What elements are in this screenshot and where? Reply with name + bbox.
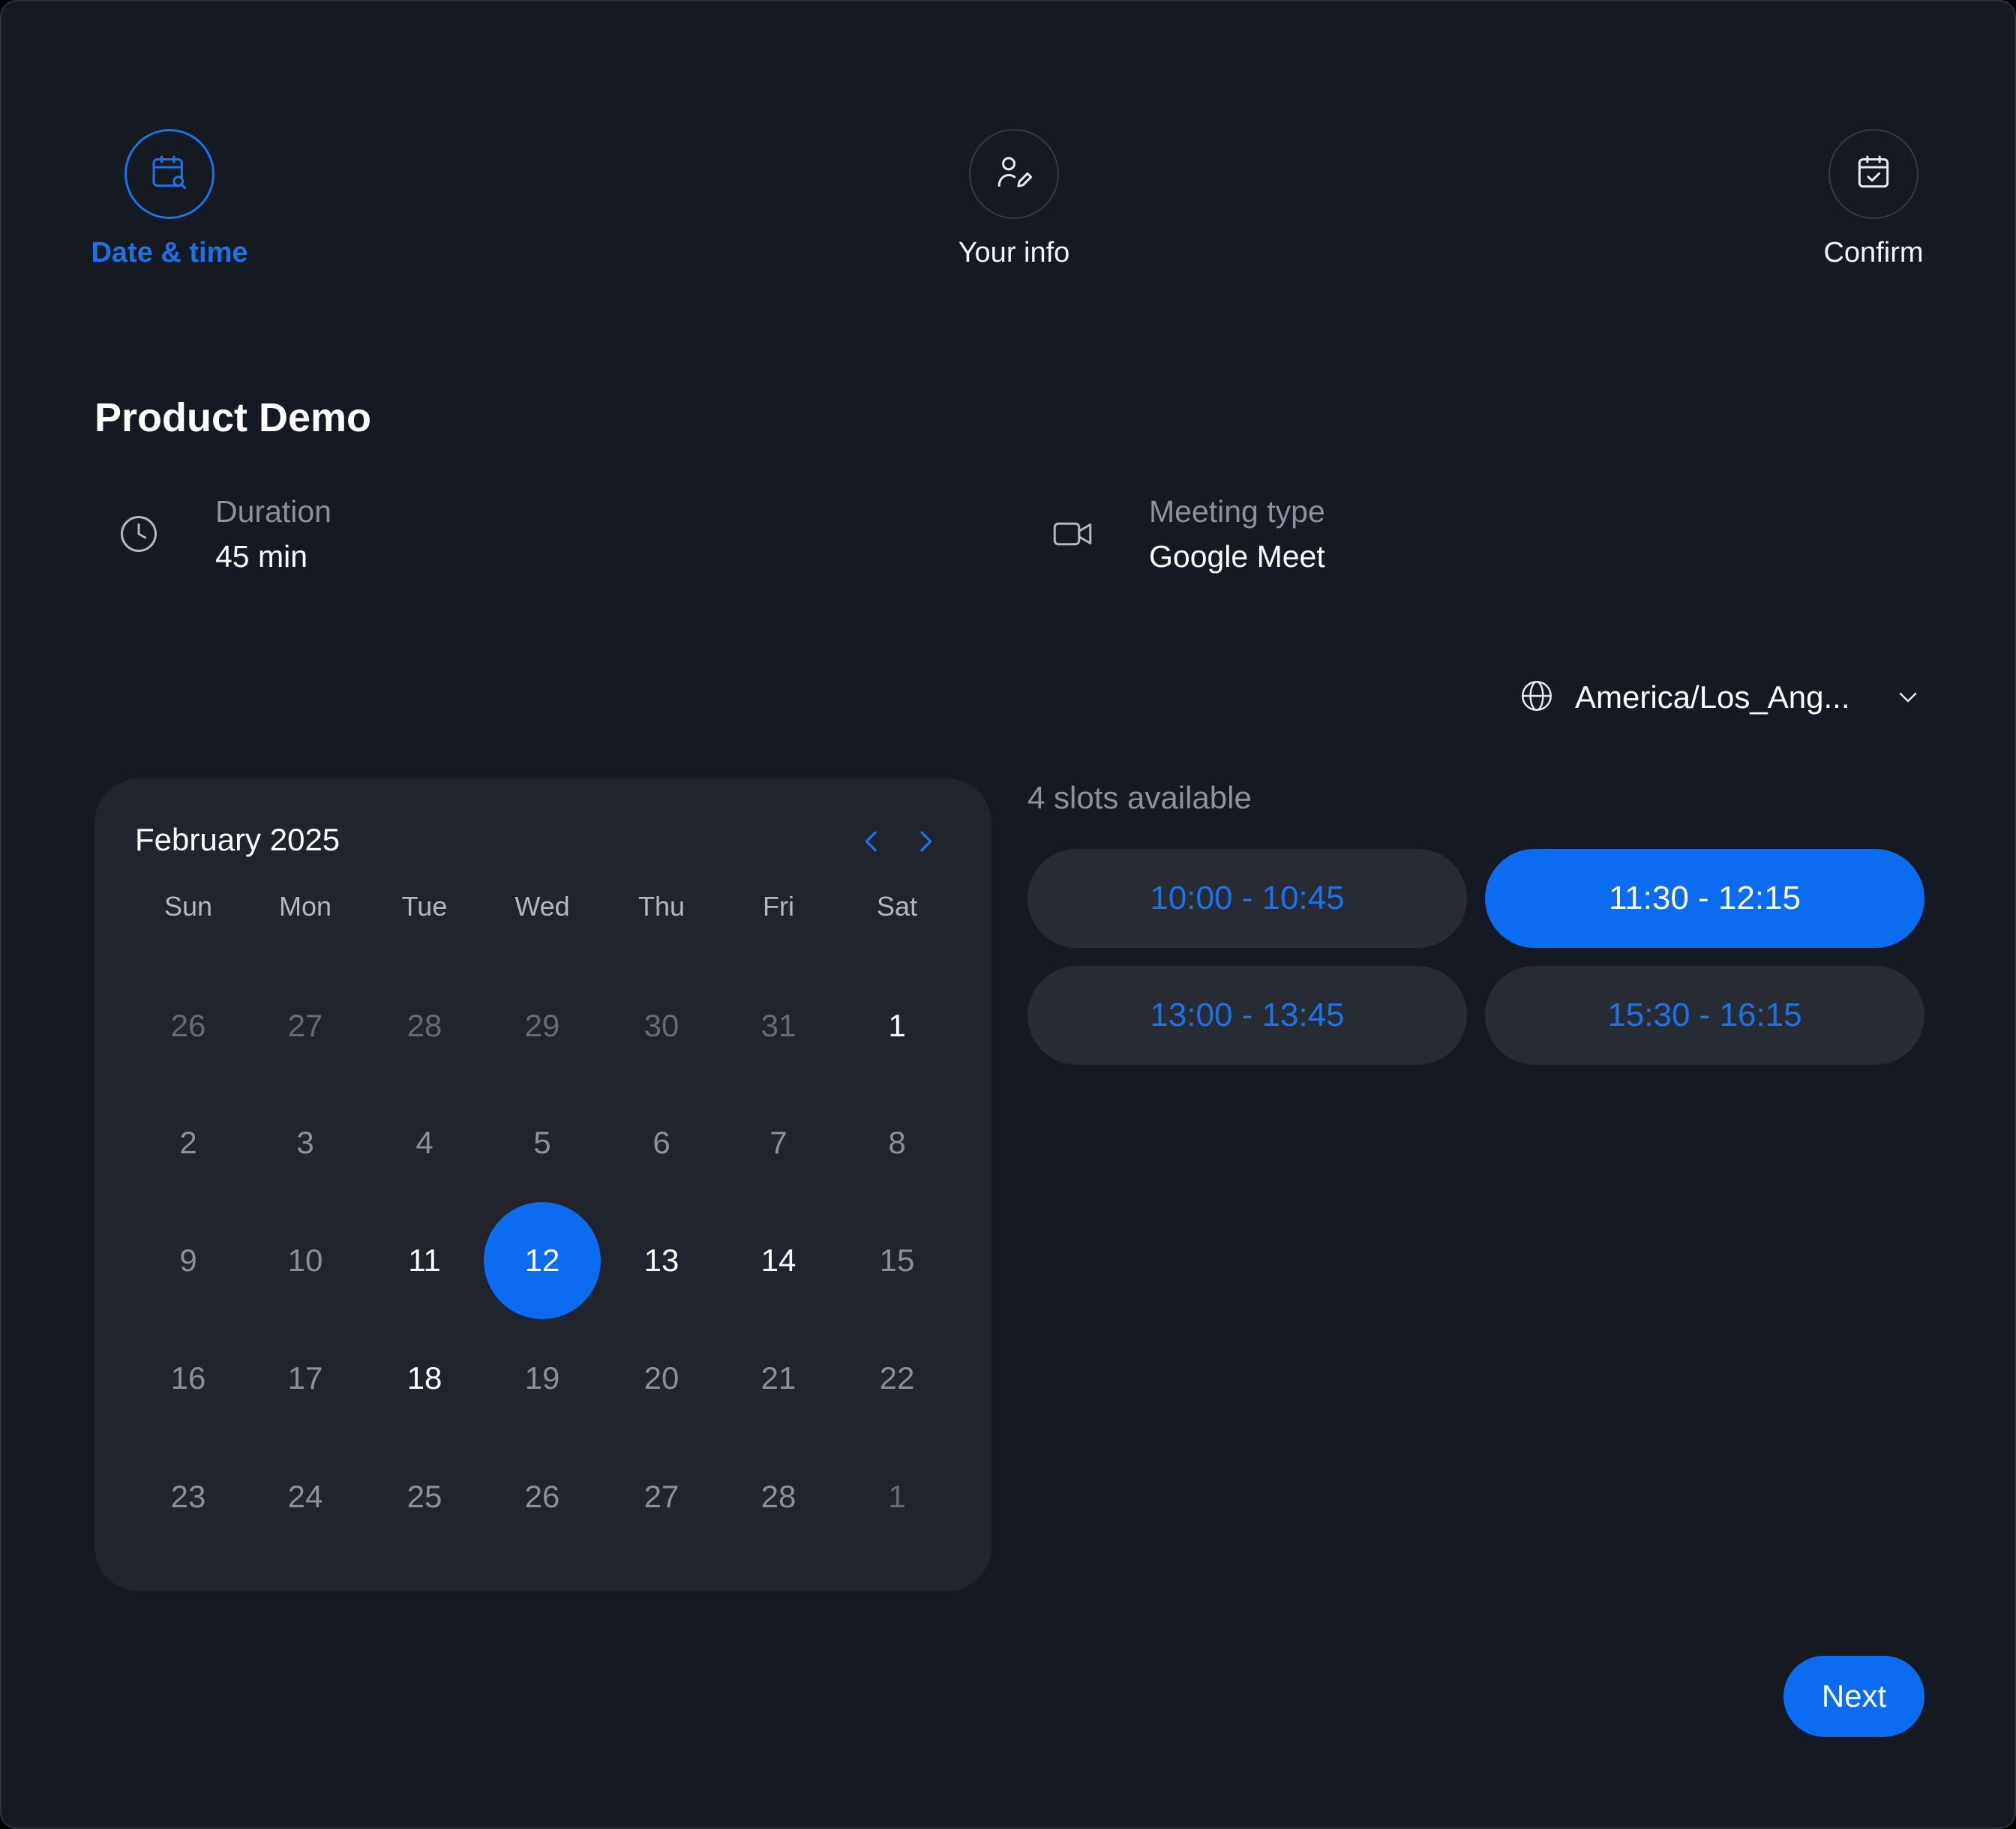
chevron-left-icon: [856, 826, 886, 860]
calendar-search-icon: [148, 151, 190, 197]
time-slot-selected[interactable]: 11:30 - 12:15: [1485, 849, 1924, 948]
calendar-day: 17: [287, 1360, 323, 1396]
meeting-type-value: Google Meet: [1149, 539, 1325, 574]
duration-info: Duration 45 min: [109, 489, 332, 579]
calendar-day: 15: [879, 1243, 915, 1278]
calendar-day[interactable]: 1: [838, 967, 956, 1084]
calendar-day: 27: [287, 1008, 323, 1043]
calendar-day[interactable]: 14: [720, 1202, 837, 1319]
calendar-day[interactable]: 11: [366, 1202, 483, 1319]
calendar-day: 24: [287, 1479, 323, 1514]
calendar-day: 28: [406, 1008, 442, 1043]
calendar-day: 22: [879, 1360, 915, 1396]
calendar-day: 26: [170, 1008, 206, 1043]
time-slot[interactable]: 10:00 - 10:45: [1028, 849, 1467, 948]
calendar-day: 20: [644, 1360, 680, 1396]
calendar-day: 26: [524, 1479, 560, 1514]
calendar-day: 4: [416, 1125, 434, 1160]
weekday-header: Wed: [514, 891, 570, 922]
step-label: Date & time: [91, 237, 248, 268]
weekday-header: Sun: [164, 891, 213, 922]
clock-icon: [109, 504, 169, 564]
step-confirm[interactable]: Confirm: [1798, 129, 1948, 269]
calendar-panel: February 2025 Sun Mon Tue Wed Thu Fri Sat 26 27 2…: [94, 778, 992, 1591]
calendar-day[interactable]: 13: [603, 1202, 720, 1319]
weekday-header: Mon: [278, 891, 332, 922]
calendar-day: 23: [170, 1479, 206, 1514]
calendar-day: 29: [524, 1008, 560, 1043]
step-circle: [124, 129, 214, 219]
calendar-day[interactable]: 18: [366, 1320, 483, 1437]
step-label: Your info: [958, 237, 1070, 268]
globe-icon: [1518, 677, 1556, 718]
calendar-day: 5: [533, 1125, 551, 1160]
calendar-day: 8: [888, 1125, 906, 1160]
weekday-header: Tue: [401, 891, 448, 922]
prev-month-button[interactable]: [852, 822, 891, 864]
time-slot[interactable]: 13:00 - 13:45: [1028, 966, 1467, 1065]
booking-window: Date & time Your info Confirm Product De…: [0, 0, 2016, 1829]
calendar-day: 19: [524, 1360, 560, 1396]
calendar-day: 28: [760, 1479, 796, 1514]
timezone-select[interactable]: America/Los_Ang...: [1518, 667, 1923, 727]
calendar-day: 27: [644, 1479, 680, 1514]
weekday-header: Thu: [638, 891, 686, 922]
calendar-day: 2: [179, 1125, 197, 1160]
calendar-day: 6: [652, 1125, 670, 1160]
calendar-day: 21: [760, 1360, 796, 1396]
user-edit-icon: [993, 151, 1035, 197]
timezone-value: America/Los_Ang...: [1575, 679, 1850, 715]
time-slot[interactable]: 15:30 - 16:15: [1485, 966, 1924, 1065]
calendar-day: 10: [287, 1243, 323, 1278]
duration-value: 45 min: [215, 539, 308, 574]
step-your-info[interactable]: Your info: [924, 129, 1104, 269]
video-camera-icon: [1042, 504, 1102, 564]
step-circle: [969, 129, 1059, 219]
chevron-down-icon: [1893, 682, 1923, 716]
calendar-month-label: February 2025: [135, 822, 340, 857]
duration-label: Duration: [215, 494, 332, 529]
event-title: Product Demo: [94, 395, 372, 440]
chevron-right-icon: [910, 826, 940, 860]
slots-available-label: 4 slots available: [1028, 780, 1252, 815]
weekday-header: Sat: [876, 891, 918, 922]
next-button[interactable]: Next: [1784, 1656, 1924, 1737]
next-month-button[interactable]: [906, 822, 945, 864]
calendar-day: 25: [406, 1479, 442, 1514]
calendar-day: 3: [296, 1125, 314, 1160]
meeting-type-info: Meeting type Google Meet: [1042, 489, 1325, 579]
calendar-day: 31: [760, 1008, 796, 1043]
meeting-type-label: Meeting type: [1149, 494, 1325, 529]
step-date-time[interactable]: Date & time: [91, 129, 248, 269]
calendar-day: 9: [179, 1243, 197, 1278]
calendar-day-selected[interactable]: 12: [484, 1202, 601, 1319]
calendar-day: 30: [644, 1008, 680, 1043]
weekday-header: Fri: [763, 891, 794, 922]
calendar-check-icon: [1852, 151, 1894, 197]
step-label: Confirm: [1823, 237, 1924, 268]
calendar-day: 7: [770, 1125, 788, 1160]
calendar-day: 1: [888, 1479, 906, 1514]
step-circle: [1828, 129, 1918, 219]
calendar-day: 16: [170, 1360, 206, 1396]
